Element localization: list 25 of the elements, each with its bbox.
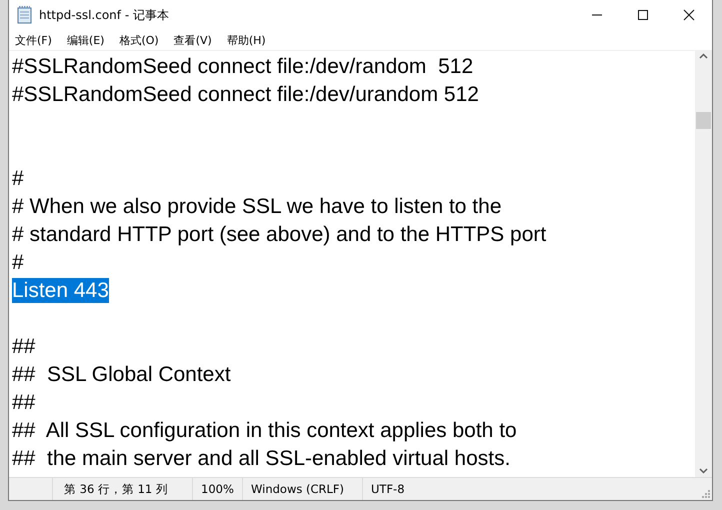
- zoom-level: 100%: [192, 478, 242, 500]
- menu-item[interactable]: 帮助(H): [226, 32, 266, 48]
- text-line: ## the main server and all SSL-enabled virtual hosts.: [12, 446, 510, 471]
- vertical-scrollbar[interactable]: [695, 51, 712, 477]
- cursor-position: 第 36 行，第 11 列: [52, 478, 192, 500]
- text-line: #: [12, 250, 24, 275]
- text-line: #: [12, 166, 24, 191]
- encoding: UTF-8: [362, 478, 472, 500]
- text-line: ##: [12, 334, 36, 359]
- text-line: #SSLRandomSeed connect file:/dev/urandom 512: [12, 82, 479, 107]
- text-line: ## SSL Global Context: [12, 362, 231, 387]
- text-line: ##: [12, 390, 36, 415]
- text-line: # When we also provide SSL we have to listen to the: [12, 194, 502, 219]
- text-line: # standard HTTP port (see above) and to the HTTPS port: [12, 222, 546, 247]
- menu-item[interactable]: 编辑(E): [66, 32, 104, 48]
- menu-item[interactable]: 查看(V): [174, 32, 212, 48]
- menu-item[interactable]: 格式(O): [119, 32, 159, 48]
- text-line: ## All SSL configuration in this context applies both to: [12, 418, 517, 443]
- text-line: #SSLRandomSeed connect file:/dev/random 512: [12, 54, 474, 79]
- resize-grip-icon[interactable]: [700, 488, 710, 498]
- scroll-thumb[interactable]: [696, 112, 711, 129]
- line-ending: Windows (CRLF): [242, 478, 362, 500]
- notepad-icon: [17, 6, 33, 24]
- menu-item[interactable]: 文件(F): [15, 32, 52, 48]
- window-title: httpd-ssl.conf - 记事本: [39, 6, 169, 24]
